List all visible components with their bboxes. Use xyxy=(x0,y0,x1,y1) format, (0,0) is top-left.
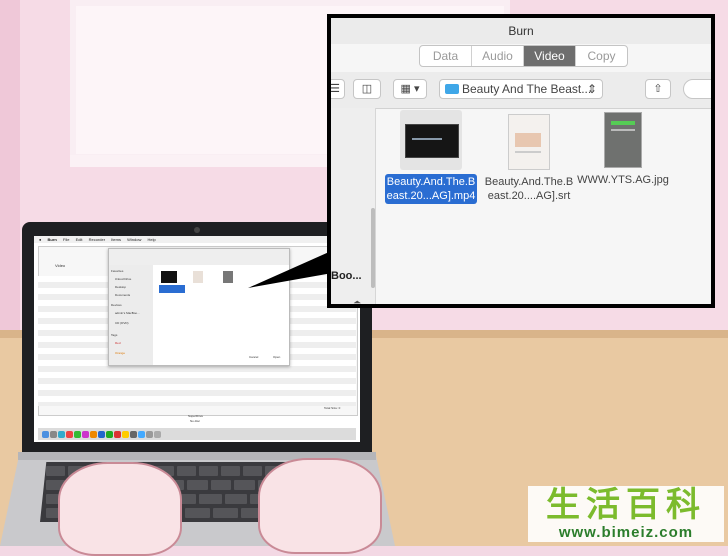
tab-copy[interactable]: Copy xyxy=(576,46,627,66)
menu-item-help[interactable]: Help xyxy=(147,237,155,242)
tags-header: Tags xyxy=(111,333,118,337)
total-size-label: Total Size: 0 xyxy=(324,406,341,410)
image-file-icon xyxy=(604,112,642,168)
tag-red[interactable]: Red xyxy=(115,341,121,345)
list-view-button[interactable]: ☰ xyxy=(331,79,345,99)
sheet-cancel-button[interactable]: Cancel xyxy=(249,355,258,359)
search-field[interactable] xyxy=(683,79,711,99)
text-file-icon xyxy=(508,114,550,170)
sidebar-scrollbar[interactable] xyxy=(371,208,375,288)
finder-toolbar: ☰ ◫ ▦ ▾ Beauty And The Beast... ⇕ ⇧ xyxy=(331,72,711,109)
notes-icon[interactable] xyxy=(122,430,129,438)
sidebar-item-icloud[interactable]: iCloud Drive xyxy=(115,277,131,281)
powerpoint-icon[interactable] xyxy=(114,430,121,438)
column-view-button[interactable]: ◫ xyxy=(353,79,381,99)
sheet-open-button[interactable]: Open xyxy=(273,355,280,359)
sidebar-item-macbook[interactable]: admin's MacBoo... xyxy=(115,311,140,315)
tab-data[interactable]: Data xyxy=(420,46,472,66)
share-button[interactable]: ⇧ xyxy=(645,79,671,99)
watermark-chinese: 生活百科 xyxy=(546,485,706,525)
location-label: Beauty And The Beast... xyxy=(462,82,592,96)
tab-audio[interactable]: Audio xyxy=(472,46,524,66)
sheet-toolbar xyxy=(109,249,289,265)
menu-item-recorder[interactable]: Recorder xyxy=(89,237,105,242)
file-item-mp4[interactable]: Beauty.And.The.B east.20...AG].mp4 xyxy=(381,110,481,204)
mini-srt-thumb[interactable] xyxy=(193,271,203,283)
photos-icon[interactable] xyxy=(90,430,97,438)
finder-icon[interactable] xyxy=(42,430,49,438)
watermark: 生活百科 www.bimeiz.com xyxy=(528,486,724,542)
mini-video-thumb[interactable] xyxy=(161,271,177,283)
video-file-icon xyxy=(400,110,462,170)
safari-icon[interactable] xyxy=(58,430,65,438)
sidebar-device-truncated[interactable]: Boo... xyxy=(331,270,362,282)
sidebar-item-cd[interactable]: CD (DVD) xyxy=(115,321,129,325)
folder-icon xyxy=(445,84,459,94)
window-title: Burn xyxy=(331,18,711,44)
webcam xyxy=(194,227,200,233)
arrange-button[interactable]: ▦ ▾ xyxy=(393,79,427,99)
devices-header: Devices xyxy=(111,303,122,307)
favorites-header: Favorites xyxy=(111,269,124,273)
menu-bar: ● Burn File Edit Recorder Items Window H… xyxy=(34,236,360,243)
sidebar-item-desktop[interactable]: Desktop xyxy=(115,285,126,289)
itunes-icon[interactable] xyxy=(82,430,89,438)
burn-mode-tabs: Data Audio Video Copy xyxy=(419,45,628,67)
apple-icon[interactable]: ● xyxy=(39,237,41,242)
menu-item-edit[interactable]: Edit xyxy=(76,237,83,242)
wall-stripe xyxy=(0,0,20,330)
launchpad-icon[interactable] xyxy=(50,430,57,438)
sheet-sidebar: Favorites iCloud Drive Desktop Documents… xyxy=(109,265,153,365)
tab-video[interactable]: Video xyxy=(524,46,576,66)
watermark-url: www.bimeiz.com xyxy=(558,524,694,541)
file-label-jpg: WWW.YTS.AG.jpg xyxy=(577,174,669,186)
chrome-icon[interactable] xyxy=(66,430,73,438)
disc-name-field[interactable]: Video xyxy=(55,263,65,268)
right-hand xyxy=(258,458,382,554)
menu-item-items[interactable]: Items xyxy=(111,237,121,242)
messages-icon[interactable] xyxy=(74,430,81,438)
app-store-icon[interactable] xyxy=(138,430,145,438)
file-label-srt: Beauty.And.The.B east.20....AG].srt xyxy=(484,176,574,202)
menu-item-window[interactable]: Window xyxy=(127,237,141,242)
location-popup[interactable]: Beauty And The Beast... ⇕ xyxy=(439,79,603,99)
trash-icon[interactable] xyxy=(154,430,161,438)
drive-status-title: SuperDrive xyxy=(188,414,204,418)
tag-orange[interactable]: Orange xyxy=(115,351,125,355)
dock xyxy=(38,428,356,440)
burn-icon[interactable] xyxy=(130,430,137,438)
file-item-jpg[interactable]: WWW.YTS.AG.jpg xyxy=(573,110,673,188)
mini-selected-label xyxy=(159,285,185,293)
finder-sidebar: Boo... ⏏ xyxy=(331,108,376,304)
menu-item-burn[interactable]: Burn xyxy=(48,237,57,242)
file-item-srt[interactable]: Beauty.And.The.B east.20....AG].srt xyxy=(479,110,579,204)
word-icon[interactable] xyxy=(98,430,105,438)
file-label-mp4: Beauty.And.The.B east.20...AG].mp4 xyxy=(384,174,478,204)
menu-item-file[interactable]: File xyxy=(63,237,69,242)
excel-icon[interactable] xyxy=(106,430,113,438)
sidebar-item-documents[interactable]: Documents xyxy=(115,293,130,297)
drive-status-subtitle: No disc xyxy=(190,419,201,423)
eject-icon[interactable]: ⏏ xyxy=(353,298,362,304)
zoomed-burn-window: Burn Data Audio Video Copy ☰ ◫ ▦ ▾ Beaut… xyxy=(327,14,715,308)
left-hand xyxy=(58,462,182,556)
system-prefs-icon[interactable] xyxy=(146,430,153,438)
chevron-updown-icon: ⇕ xyxy=(586,82,597,96)
mini-jpg-thumb[interactable] xyxy=(223,271,233,283)
open-sheet: Favorites iCloud Drive Desktop Documents… xyxy=(108,248,290,366)
